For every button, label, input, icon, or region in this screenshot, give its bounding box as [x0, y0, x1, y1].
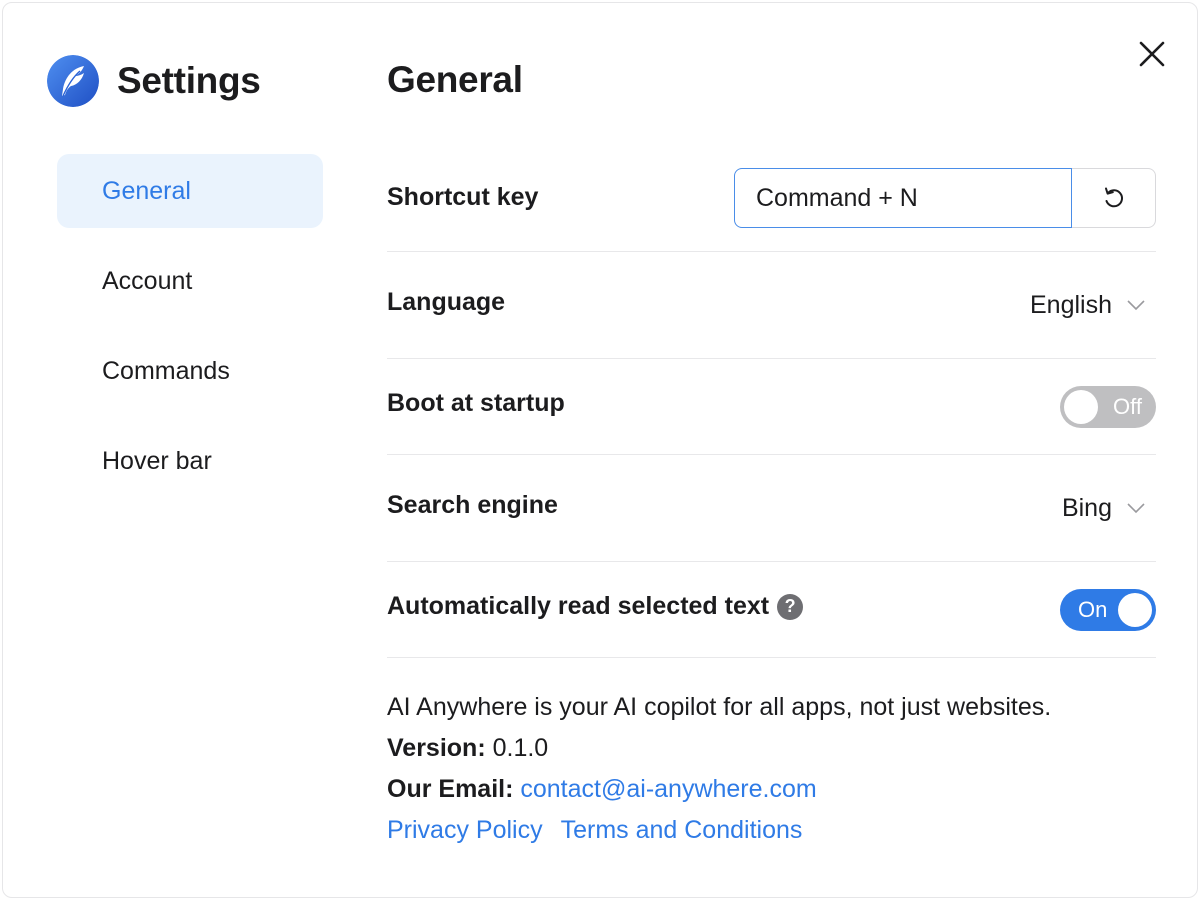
toggle-knob — [1064, 389, 1098, 424]
search-engine-value: Bing — [1061, 493, 1112, 522]
version-value: 0.1.0 — [492, 734, 549, 762]
shortcut-input[interactable] — [734, 168, 1072, 228]
close-icon[interactable] — [1135, 37, 1169, 71]
app-description: AI Anywhere is your AI copilot for all a… — [387, 693, 1052, 721]
language-label: Language — [387, 287, 506, 316]
sidebar-item-label: Commands — [102, 356, 230, 385]
setting-row-search-engine: Search engine Bing — [387, 455, 1156, 562]
sidebar-item-label: Account — [102, 266, 193, 295]
settings-list: Shortcut key Language English — [387, 147, 1156, 658]
help-icon[interactable]: ? — [777, 593, 804, 620]
chevron-down-icon — [1127, 503, 1145, 514]
sidebar-item-general[interactable]: General — [57, 154, 323, 228]
brand: Settings — [47, 55, 261, 107]
page-title: General — [387, 59, 523, 100]
chevron-down-icon — [1127, 300, 1145, 311]
language-value: English — [1030, 290, 1112, 319]
sidebar-item-label: Hover bar — [102, 446, 212, 475]
terms-link[interactable]: Terms and Conditions — [561, 816, 803, 844]
setting-row-shortcut: Shortcut key — [387, 147, 1156, 252]
settings-window: Settings General Account Commands Hover … — [2, 2, 1198, 898]
toggle-state: Off — [1113, 393, 1142, 419]
auto-read-toggle[interactable]: On — [1060, 588, 1156, 631]
auto-read-label: Automatically read selected text ? — [387, 592, 804, 621]
search-engine-select[interactable]: Bing — [1062, 494, 1156, 523]
email-line: Our Email: contact@ai-anywhere.com — [387, 771, 1156, 812]
boot-toggle[interactable]: Off — [1060, 385, 1156, 428]
sidebar-item-hover-bar[interactable]: Hover bar — [57, 424, 323, 498]
reset-shortcut-button[interactable] — [1072, 168, 1156, 228]
email-link[interactable]: contact@ai-anywhere.com — [520, 775, 816, 803]
sidebar-item-commands[interactable]: Commands — [57, 334, 323, 408]
sidebar-item-label: General — [102, 176, 191, 205]
setting-row-auto-read: Automatically read selected text ? On — [387, 562, 1156, 658]
auto-read-text: Automatically read selected text — [387, 592, 770, 620]
language-select[interactable]: English — [1030, 291, 1156, 320]
rotate-ccw-icon — [1104, 187, 1123, 208]
legal-links: Privacy Policy Terms and Conditions — [387, 812, 1156, 853]
version-label: Version: — [387, 734, 486, 762]
search-engine-label: Search engine — [387, 490, 558, 519]
privacy-policy-link[interactable]: Privacy Policy — [387, 816, 543, 844]
about-section: AI Anywhere is your AI copilot for all a… — [387, 689, 1156, 853]
shortcut-label: Shortcut key — [387, 182, 539, 211]
boot-label: Boot at startup — [387, 389, 565, 417]
setting-row-boot: Boot at startup Off — [387, 359, 1156, 455]
version-line: Version: 0.1.0 — [387, 730, 1156, 771]
shortcut-control — [734, 168, 1156, 228]
sidebar-nav: General Account Commands Hover bar — [57, 154, 323, 514]
email-label: Our Email: — [387, 775, 514, 803]
feather-icon — [47, 55, 99, 107]
sidebar-item-account[interactable]: Account — [57, 244, 323, 318]
app-title: Settings — [117, 60, 261, 101]
toggle-knob — [1118, 592, 1152, 627]
toggle-state: On — [1078, 596, 1108, 622]
setting-row-language: Language English — [387, 252, 1156, 359]
